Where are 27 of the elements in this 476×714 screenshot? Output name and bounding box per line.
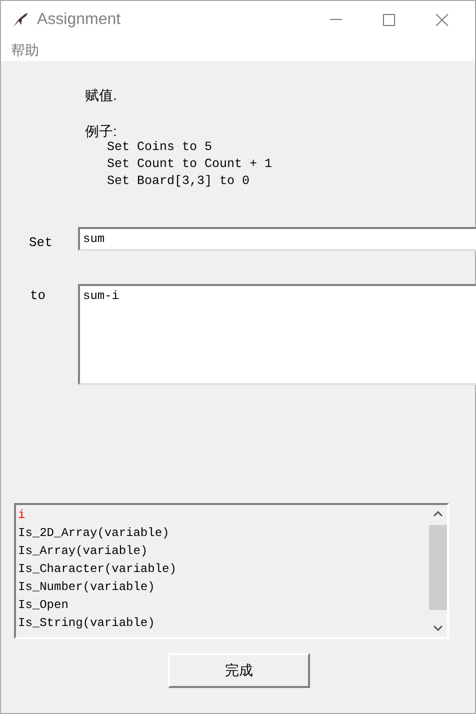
done-button[interactable]: 完成	[168, 653, 310, 688]
maximize-icon	[383, 14, 395, 26]
example-line: Set Count to Count + 1	[107, 156, 272, 173]
set-label: Set	[29, 234, 52, 252]
minimize-icon	[330, 19, 342, 21]
list-item[interactable]: Is_Open	[18, 596, 428, 614]
window-title: Assignment	[37, 10, 121, 30]
function-list[interactable]: i Is_2D_Array(variable) Is_Array(variable) Is_Character(variable) Is_Number(variable) Is_Open Is_String(variable)	[14, 503, 449, 639]
example-line: Set Coins to 5	[107, 139, 214, 156]
list-item[interactable]: i	[18, 506, 428, 524]
scroll-up-icon[interactable]	[432, 511, 442, 517]
set-input-field[interactable]: sum	[78, 227, 476, 251]
list-item[interactable]: Is_Character(variable)	[18, 560, 428, 578]
list-item[interactable]: Is_String(variable)	[18, 614, 428, 632]
list-item[interactable]: Is_Number(variable)	[18, 578, 428, 596]
list-item[interactable]: Is_2D_Array(variable)	[18, 524, 428, 542]
menu-item[interactable]: 帮助	[11, 40, 39, 60]
close-icon	[436, 14, 448, 26]
scroll-thumb[interactable]	[428, 525, 446, 610]
scroll-down-icon[interactable]	[432, 625, 442, 631]
bird-icon	[11, 11, 29, 29]
description-text: 赋值.	[85, 86, 117, 105]
to-label: to	[30, 287, 46, 305]
list-item[interactable]: Is_Array(variable)	[18, 542, 428, 560]
examples-heading: 例子:	[85, 122, 117, 141]
to-text-area[interactable]: sum-i	[78, 284, 476, 385]
example-line: Set Board[3,3] to 0	[107, 173, 251, 190]
